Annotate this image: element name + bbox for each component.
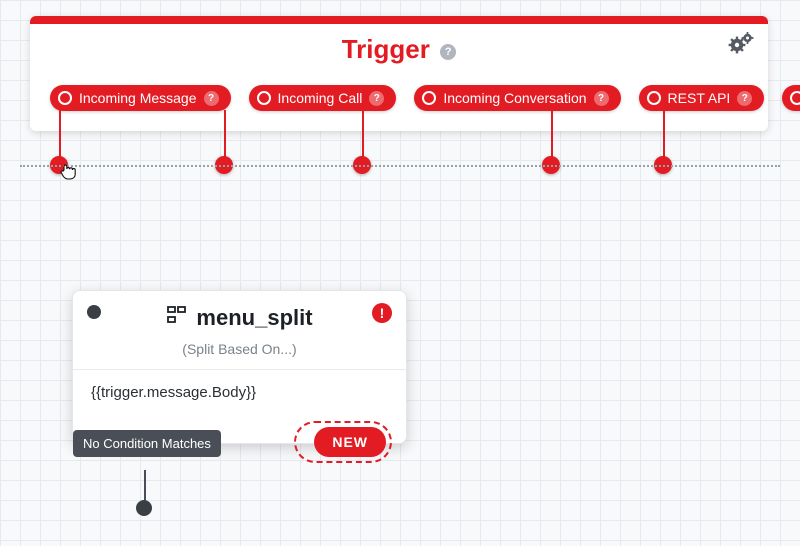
- connector-line: [551, 110, 553, 160]
- warning-icon[interactable]: !: [372, 303, 392, 323]
- port-ring-icon: [647, 91, 661, 105]
- pill-incoming-message[interactable]: Incoming Message ?: [50, 85, 231, 111]
- pill-label: Incoming Message: [79, 90, 197, 106]
- split-icon: [166, 305, 188, 331]
- flow-canvas[interactable]: Trigger ?: [0, 0, 800, 546]
- split-name: menu_split: [196, 305, 312, 331]
- output-port[interactable]: [136, 500, 152, 516]
- help-icon[interactable]: ?: [369, 91, 384, 106]
- pill-label: Incoming Conversation: [443, 90, 586, 106]
- guide-line: [20, 165, 780, 167]
- help-icon[interactable]: ?: [737, 91, 752, 106]
- pill-incoming-conversation[interactable]: Incoming Conversation ?: [414, 85, 620, 111]
- no-condition-matches-output[interactable]: No Condition Matches: [73, 430, 221, 457]
- connector-line: [59, 110, 61, 160]
- pill-subflow[interactable]: Subflow ?: [782, 85, 800, 111]
- trigger-outputs: Incoming Message ? Incoming Call ? Incom…: [30, 71, 768, 131]
- settings-gear-icon[interactable]: [728, 32, 754, 59]
- add-condition-button[interactable]: NEW: [314, 427, 386, 457]
- port-ring-icon: [58, 91, 72, 105]
- trigger-widget[interactable]: Trigger ?: [30, 16, 768, 131]
- port-ring-icon: [257, 91, 271, 105]
- help-icon[interactable]: ?: [440, 44, 456, 60]
- help-icon[interactable]: ?: [204, 91, 219, 106]
- connector-line: [362, 110, 364, 160]
- pill-rest-api[interactable]: REST API ?: [639, 85, 765, 111]
- pill-label: REST API: [668, 90, 731, 106]
- port-ring-icon: [422, 91, 436, 105]
- connector-line: [224, 110, 226, 160]
- connector-line: [144, 470, 146, 502]
- port-ring-icon: [790, 91, 800, 105]
- trigger-title: Trigger: [342, 34, 430, 65]
- pill-incoming-call[interactable]: Incoming Call ?: [249, 85, 397, 111]
- trigger-top-bar: [30, 16, 768, 24]
- connector-line: [663, 110, 665, 160]
- help-icon[interactable]: ?: [594, 91, 609, 106]
- drag-handle-icon[interactable]: [87, 305, 101, 319]
- pill-label: Incoming Call: [278, 90, 363, 106]
- split-subtitle: (Split Based On...): [73, 341, 406, 357]
- split-widget[interactable]: ! menu_split (Split Based On...) {{trigg…: [72, 290, 407, 444]
